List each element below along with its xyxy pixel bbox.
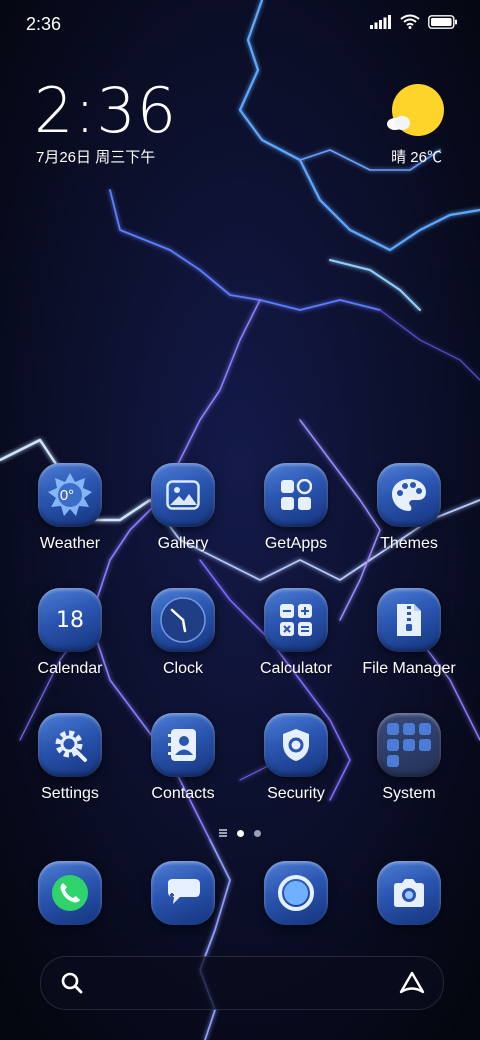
shield-icon (264, 713, 328, 777)
app-label: Security (267, 785, 325, 802)
app-label: System (382, 785, 436, 802)
palette-icon (377, 463, 441, 527)
app-calendar[interactable]: 18 Calendar (14, 588, 126, 678)
app-file-manager[interactable]: File Manager (353, 588, 465, 678)
page-dot (254, 829, 261, 837)
app-weather[interactable]: 0° Weather (14, 463, 126, 553)
clock-widget-time[interactable]: 2:36 (34, 74, 177, 147)
calendar-icon-text: 18 (56, 607, 84, 633)
cloud-icon (387, 116, 410, 130)
phone-icon (38, 861, 102, 925)
app-label: Themes (380, 535, 438, 552)
wifi-icon (400, 14, 420, 29)
page-dot-active (237, 829, 244, 837)
status-time: 2:36 (26, 14, 62, 34)
app-label: GetApps (264, 535, 328, 552)
camera-icon (377, 861, 441, 925)
dock-messages[interactable] (151, 861, 215, 925)
app-settings[interactable]: Settings (14, 713, 126, 803)
app-label: Settings (41, 785, 99, 802)
clock-icon (151, 588, 215, 652)
app-label: Calendar (37, 660, 103, 677)
folder-grid-icon (377, 713, 441, 777)
file-zip-icon (377, 588, 441, 652)
dock-browser[interactable] (264, 861, 328, 925)
weather-sun-icon: 0° (38, 463, 102, 527)
folder-system[interactable]: System (353, 713, 465, 803)
assistant-icon[interactable] (399, 971, 425, 995)
app-label: Contacts (151, 785, 215, 802)
app-label: File Manager (362, 660, 456, 677)
app-label: Gallery (157, 535, 209, 552)
getapps-icon (264, 463, 328, 527)
messages-icon (151, 861, 215, 925)
search-icon[interactable] (61, 972, 83, 994)
clock-widget-date: 7月26日 周三下午 (36, 149, 156, 166)
status-icons (370, 14, 458, 29)
dock-phone[interactable] (38, 861, 102, 925)
battery-icon (428, 14, 457, 29)
contacts-icon (151, 713, 215, 777)
search-bar[interactable] (40, 956, 444, 1010)
app-label: Weather (39, 535, 101, 552)
app-label: Calculator (259, 660, 333, 677)
app-clock[interactable]: Clock (127, 588, 239, 678)
dock-camera[interactable] (377, 861, 441, 925)
feed-indicator-icon (219, 829, 227, 837)
browser-icon (264, 861, 328, 925)
app-label: Clock (162, 660, 203, 677)
app-themes[interactable]: Themes (353, 463, 465, 553)
weather-icon-text: 0° (59, 486, 75, 504)
app-gallery[interactable]: Gallery (127, 463, 239, 553)
app-calculator[interactable]: Calculator (240, 588, 352, 678)
app-contacts[interactable]: Contacts (127, 713, 239, 803)
gear-icon (38, 713, 102, 777)
calendar-icon: 18 (38, 588, 102, 652)
calculator-icon (264, 588, 328, 652)
signal-icon (370, 14, 391, 29)
app-security[interactable]: Security (240, 713, 352, 803)
weather-widget-text: 晴 26℃ (391, 149, 442, 166)
page-indicator[interactable] (0, 829, 480, 837)
app-getapps[interactable]: GetApps (240, 463, 352, 553)
gallery-icon (151, 463, 215, 527)
